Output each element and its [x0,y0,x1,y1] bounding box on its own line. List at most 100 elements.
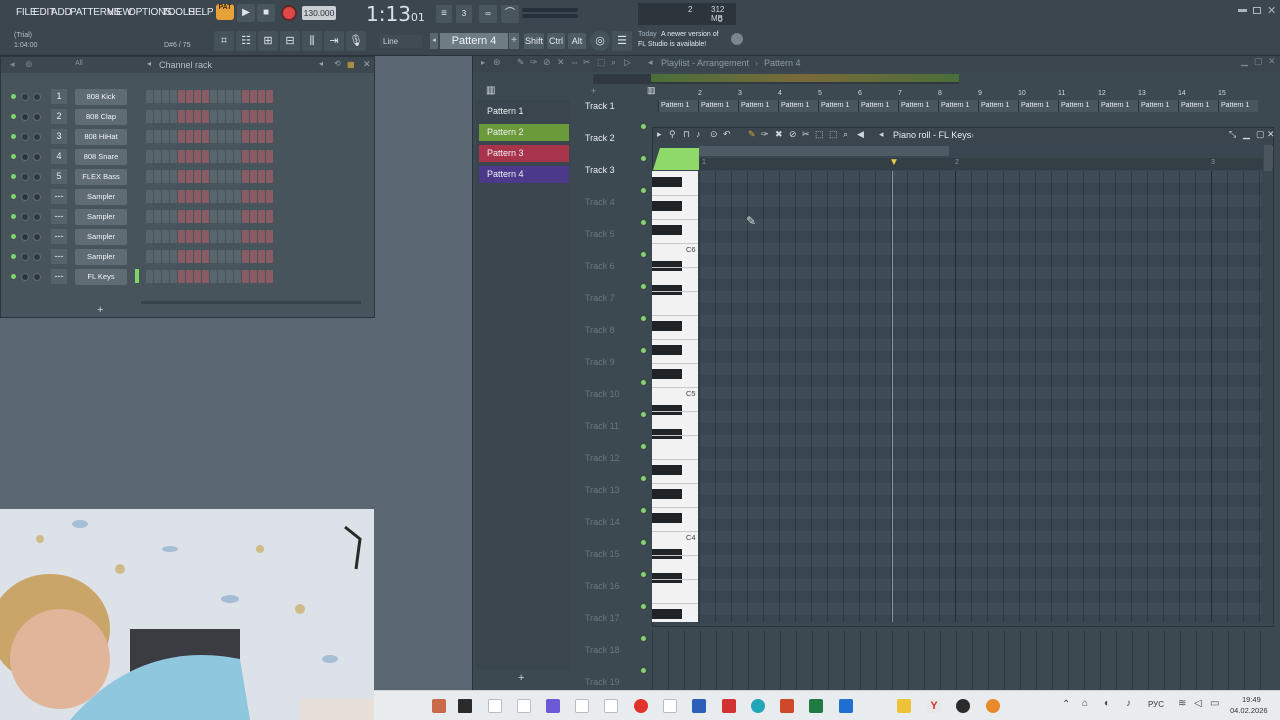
folder-icon[interactable] [897,699,911,713]
step-button[interactable] [194,250,201,263]
step-button[interactable] [242,250,249,263]
add-pattern-icon[interactable]: + [509,33,519,49]
channel-volume-knob[interactable] [33,193,41,201]
step-button[interactable] [258,190,265,203]
playlist-min-icon[interactable]: ▁ [1241,56,1248,67]
channel-row[interactable]: --- Sampler [1,188,373,206]
channel-volume-knob[interactable] [33,93,41,101]
battery-icon[interactable]: ▭ [1210,698,1219,709]
step-button[interactable] [250,90,257,103]
step-button[interactable] [258,130,265,143]
step-button[interactable] [210,210,217,223]
channel-row[interactable]: 5 FLEX Bass [1,168,373,186]
overview-thumb[interactable] [651,74,959,82]
track-label[interactable]: Track 13 [585,485,645,495]
track-mute-led[interactable] [641,316,646,321]
note-preview-tab[interactable] [653,148,699,170]
step-button[interactable] [226,130,233,143]
channel-row[interactable]: 1 808 Kick [1,88,373,106]
track-mute-led[interactable] [641,188,646,193]
slip-icon[interactable]: ⇔ [570,57,579,67]
rack-back-icon[interactable]: ⟲ [334,59,341,68]
rack-options-icon[interactable]: ◂ [10,59,15,70]
step-button[interactable] [234,90,241,103]
step-button[interactable] [234,170,241,183]
close-icon[interactable]: ✕ [1267,4,1276,17]
step-button[interactable] [154,230,161,243]
step-button[interactable] [210,270,217,283]
playlist-ruler[interactable]: 2 3 4 5 6 7 8 9 10 11 12 13 14 15 [658,90,1262,100]
channel-mute-led[interactable] [11,174,16,179]
step-button[interactable] [250,190,257,203]
channel-volume-knob[interactable] [33,133,41,141]
step-button[interactable] [242,230,249,243]
file-icon[interactable] [575,699,589,713]
step-button[interactable] [218,150,225,163]
pattern-item[interactable]: Pattern 3 [479,145,569,162]
wait-input-icon[interactable]: ∞ [479,5,497,23]
channel-volume-knob[interactable] [33,173,41,181]
step-button[interactable] [258,110,265,123]
step-button[interactable] [266,250,273,263]
pattern-clip[interactable]: Pattern 1 [1098,100,1138,112]
channel-mute-led[interactable] [11,254,16,259]
step-button[interactable] [242,270,249,283]
channel-pan-knob[interactable] [21,233,29,241]
track-label[interactable]: Track 8 [585,325,645,335]
step-button[interactable] [250,130,257,143]
step-button[interactable] [146,90,153,103]
channel-pan-knob[interactable] [21,193,29,201]
black-key[interactable] [652,285,682,295]
step-button[interactable] [234,270,241,283]
black-key[interactable] [652,369,682,379]
step-button[interactable] [186,90,193,103]
black-key[interactable] [652,261,682,271]
step-button[interactable] [186,230,193,243]
channel-mute-led[interactable] [11,274,16,279]
rack-arrow-icon[interactable]: ◂ [147,59,151,68]
track-mute-led[interactable] [641,252,646,257]
channel-row[interactable]: --- Sampler [1,208,373,226]
step-button[interactable] [218,270,225,283]
blend-notes-icon[interactable]: ⌒ [501,5,519,23]
rack-graph-icon[interactable]: ▦ [347,60,355,69]
step-button[interactable] [202,150,209,163]
black-key[interactable] [652,225,682,235]
channel-name[interactable]: 808 Kick [75,89,127,105]
black-key[interactable] [652,345,682,355]
pr-close-icon[interactable]: ✕ [1267,129,1275,140]
piano-roll-icon[interactable]: ⊞ [258,31,278,51]
track-label[interactable]: Track 16 [585,581,645,591]
step-button[interactable] [146,110,153,123]
slice-icon[interactable]: ✂ [583,57,591,68]
pattern-item[interactable]: Pattern 4 [479,166,569,183]
step-button[interactable] [210,150,217,163]
step-button[interactable] [234,130,241,143]
minimize-icon[interactable] [1238,9,1247,12]
menu-help[interactable]: HELP [188,7,214,18]
channel-volume-knob[interactable] [33,233,41,241]
channel-name[interactable]: 808 Snare [75,149,127,165]
pattern-clip[interactable]: Pattern 1 [738,100,778,112]
step-button[interactable] [194,150,201,163]
step-button[interactable] [162,190,169,203]
pattern-clip[interactable]: Pattern 1 [978,100,1018,112]
track-mute-led[interactable] [641,220,646,225]
step-button[interactable] [266,210,273,223]
clock-date[interactable]: 04.02.2026 [1230,706,1268,715]
step-button[interactable] [170,150,177,163]
channel-mixer-track[interactable]: --- [51,209,67,224]
track-label[interactable]: Track 1 [585,101,645,111]
step-button[interactable] [146,250,153,263]
step-button[interactable] [258,90,265,103]
step-button[interactable] [202,130,209,143]
step-button[interactable] [202,270,209,283]
step-button[interactable] [202,170,209,183]
maximize-icon[interactable] [1253,7,1261,14]
step-button[interactable] [170,170,177,183]
channel-name[interactable]: FLEX Bass [75,169,127,185]
yandex-browser-icon[interactable]: Y [927,699,941,713]
pattern-clip[interactable]: Pattern 1 [1218,100,1258,112]
channel-name[interactable]: Sampler [75,249,127,265]
step-button[interactable] [178,230,185,243]
